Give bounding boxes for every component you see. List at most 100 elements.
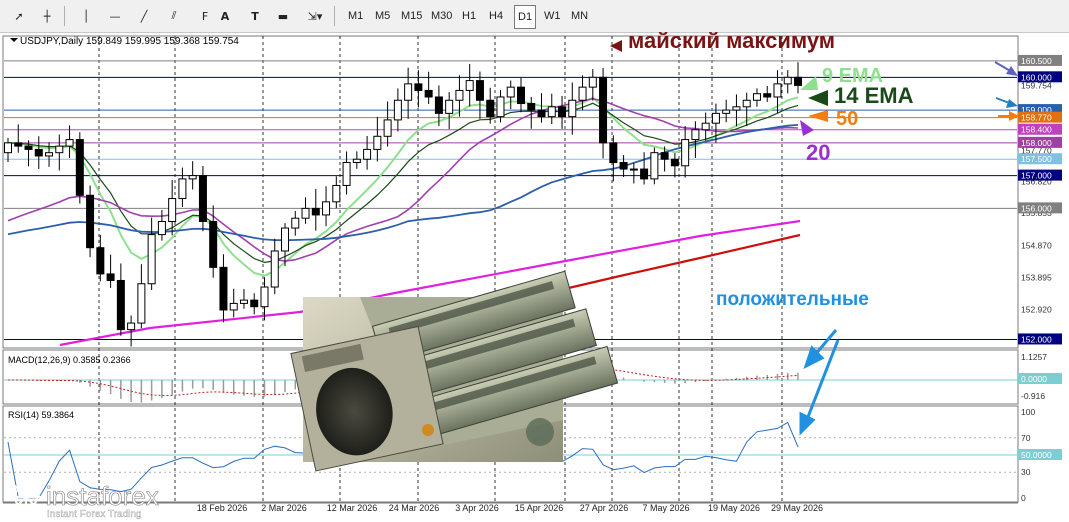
rsi-axis-label: 100 — [1021, 407, 1035, 417]
price-level-tag-label: 156.000 — [1021, 203, 1052, 213]
candle-body — [660, 152, 669, 160]
candle-body — [96, 247, 105, 275]
macd-axis-label: 0.0000 — [1021, 374, 1047, 384]
candle-body — [178, 178, 187, 200]
candle-body — [701, 122, 710, 131]
x-axis-label: 27 Apr 2026 — [580, 503, 629, 513]
timeframe-m5-button[interactable]: M5 — [372, 5, 393, 27]
chart-symbol-header: USDJPY,Daily 159.849 159.995 159.368 159… — [20, 36, 239, 47]
x-axis-label: 18 Feb 2026 — [197, 503, 248, 513]
rsi-axis-label: 70 — [1021, 433, 1031, 443]
vertical-line-icon[interactable]: │ — [75, 5, 97, 27]
candle-body — [4, 142, 12, 154]
rsi-axis-label: 0 — [1021, 493, 1026, 503]
price-axis-label: 154.870 — [1021, 240, 1052, 250]
candle-body — [486, 99, 495, 118]
candle-body — [588, 76, 597, 88]
candle-body — [752, 93, 761, 101]
candle-body — [168, 198, 177, 222]
horizontal-line-icon[interactable]: — — [104, 5, 126, 27]
candle-body — [455, 89, 464, 101]
crosshair-icon[interactable]: ┼ — [36, 5, 58, 27]
candle-body — [732, 106, 741, 111]
macd-label: MACD(12,26,9) 0.3585 0.2366 — [8, 355, 131, 365]
candle-body — [363, 148, 372, 160]
candle-body — [147, 234, 156, 285]
watermark-brand: instaforex — [46, 481, 159, 511]
rectangle-shape-icon[interactable]: ▬ — [272, 5, 294, 27]
candle-body — [137, 283, 146, 324]
candle-body — [45, 152, 54, 157]
candle-body — [301, 207, 310, 219]
trend-line-icon[interactable]: ╱ — [133, 5, 155, 27]
candle-body — [239, 299, 248, 304]
price-level-tag-label: 158.400 — [1021, 125, 1052, 135]
candle-body — [547, 106, 556, 118]
candle-body — [475, 80, 484, 101]
candle-body — [414, 83, 423, 91]
candle-body — [578, 86, 587, 101]
toolbar-separator — [334, 6, 335, 26]
chart-area: 160.595159.754158.770158.400157.770156.8… — [2, 32, 1062, 520]
price-level-tag-label: 157.500 — [1021, 154, 1052, 164]
timeframe-w1-button[interactable]: W1 — [541, 5, 564, 27]
price-level-tag-label: 158.770 — [1021, 113, 1052, 123]
candle-body — [537, 109, 546, 118]
timeframe-h1-button[interactable]: H1 — [459, 5, 479, 27]
candle-body — [188, 175, 197, 180]
candle-body — [506, 86, 515, 98]
equidistant-channel-icon[interactable]: ⫽ — [163, 5, 185, 27]
rsi-label: RSI(14) 59.3864 — [8, 410, 74, 420]
fibonacci-icon[interactable]: F — [194, 5, 216, 27]
x-axis-label: 3 Apr 2026 — [455, 503, 499, 513]
candle-body — [322, 201, 331, 216]
text-tool-icon[interactable]: A — [214, 5, 236, 27]
candle-body — [681, 139, 690, 167]
annotation-positive: положительные — [716, 289, 869, 310]
price-level-tag-label: 160.500 — [1021, 56, 1052, 66]
x-axis-label: 7 May 2026 — [642, 503, 689, 513]
candle-body — [65, 139, 74, 147]
candle-body — [127, 322, 136, 331]
price-axis-label: 153.895 — [1021, 272, 1052, 282]
x-axis-label: 24 Mar 2026 — [389, 503, 440, 513]
annotation-14ema: 14 EMA — [834, 83, 914, 108]
timeframe-d1-button[interactable]: D1 — [514, 5, 537, 29]
timeframe-m15-button[interactable]: M15 — [398, 5, 425, 27]
candle-body — [516, 86, 525, 105]
candle-body — [404, 83, 413, 101]
candle-body — [270, 250, 279, 288]
candle-body — [609, 142, 618, 164]
candle-body — [640, 168, 649, 180]
x-axis-label: 12 Mar 2026 — [327, 503, 378, 513]
candle-body — [219, 266, 228, 311]
candle-body — [55, 145, 64, 154]
cursor-arrow-icon[interactable]: ➚ — [8, 5, 30, 27]
candle-body — [393, 99, 402, 121]
arrows-dropdown-icon[interactable]: ⇲▾ — [304, 5, 326, 27]
candle-body — [332, 184, 341, 203]
price-level-tag-label: 152.000 — [1021, 334, 1052, 344]
candle-body — [773, 83, 782, 98]
timeframe-m30-button[interactable]: M30 — [428, 5, 455, 27]
candle-body — [527, 103, 536, 111]
timeframe-h4-button[interactable]: H4 — [486, 5, 506, 27]
rsi-axis-label: 30 — [1021, 467, 1031, 477]
price-level-tag-label: 157.000 — [1021, 171, 1052, 181]
price-level-tag-label: 158.000 — [1021, 138, 1052, 148]
candle-body — [198, 175, 207, 222]
timeframe-m1-button[interactable]: M1 — [345, 5, 366, 27]
candle-body — [281, 227, 290, 252]
candle-body — [465, 80, 474, 91]
candle-body — [619, 162, 628, 170]
candle-body — [106, 273, 115, 281]
candle-body — [209, 220, 218, 268]
candle-body — [763, 93, 772, 98]
text-label-icon[interactable]: T — [244, 5, 266, 27]
candle-body — [157, 220, 166, 236]
timeframe-mn-button[interactable]: MN — [568, 5, 591, 27]
candle-body — [783, 76, 792, 85]
candle-body — [691, 129, 700, 141]
candle-body — [311, 207, 320, 216]
chart-toolbar: ➚ ┼ │ — ╱ ⫽ F A T ▬ ⇲▾ M1 M5 M15 M30 H1 H4 D1 W1 MN — [0, 0, 1069, 33]
